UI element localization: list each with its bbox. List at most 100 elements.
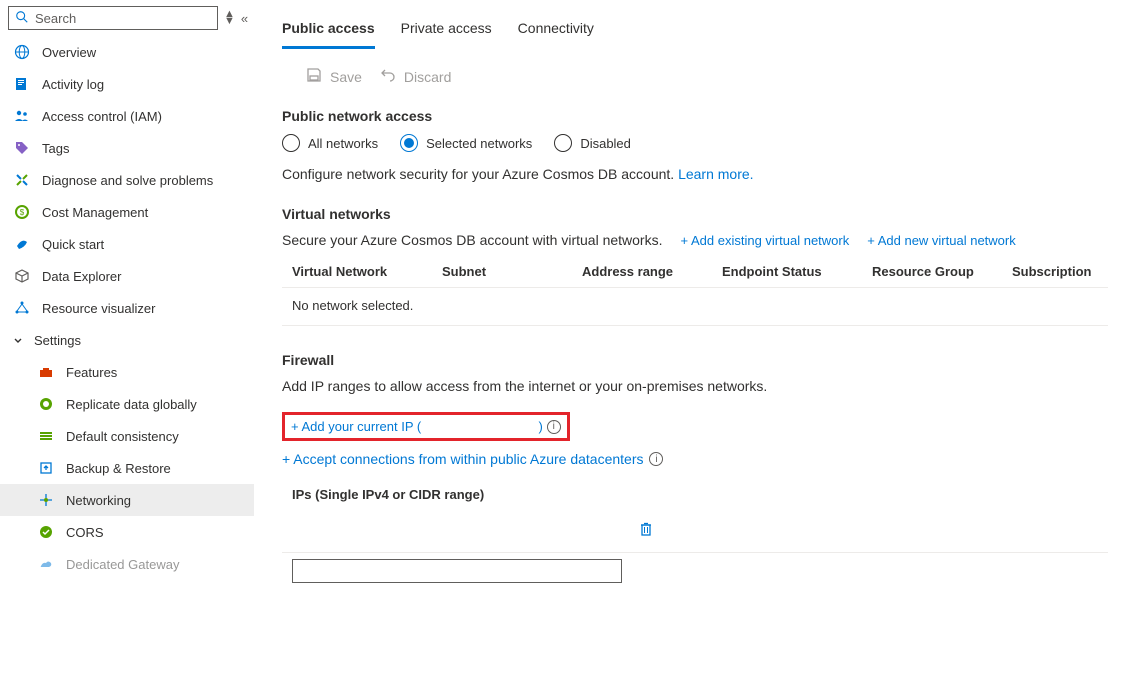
discard-label: Discard [404, 69, 451, 85]
nav-label: Activity log [42, 77, 104, 92]
radio-label: Disabled [580, 136, 631, 151]
public-network-heading: Public network access [282, 108, 1108, 124]
tab-private-access[interactable]: Private access [401, 20, 492, 49]
search-box[interactable] [8, 6, 218, 30]
graph-icon [14, 300, 30, 316]
nav-resource-visualizer[interactable]: Resource visualizer [0, 292, 254, 324]
nav-data-explorer[interactable]: Data Explorer [0, 260, 254, 292]
nav-label: Backup & Restore [66, 461, 171, 476]
svg-text:$: $ [20, 208, 25, 217]
people-icon [14, 108, 30, 124]
nav-networking[interactable]: Networking [0, 484, 254, 516]
vn-actions: + Add existing virtual network + Add new… [681, 233, 1016, 248]
col-addr: Address range [582, 264, 722, 279]
cost-icon: $ [14, 204, 30, 220]
nav-access-control[interactable]: Access control (IAM) [0, 100, 254, 132]
discard-button[interactable]: Discard [380, 67, 451, 86]
network-icon [38, 492, 54, 508]
nav-group-settings[interactable]: Settings [0, 324, 254, 356]
radio-disabled[interactable]: Disabled [554, 134, 631, 152]
save-label: Save [330, 69, 362, 85]
nav-label: Data Explorer [42, 269, 121, 284]
chevron-down-icon [10, 332, 26, 348]
tab-connectivity[interactable]: Connectivity [518, 20, 594, 49]
save-button[interactable]: Save [306, 67, 362, 86]
info-icon[interactable]: i [649, 452, 663, 466]
accept-dc-link[interactable]: + Accept connections from within public … [282, 451, 643, 467]
log-icon [14, 76, 30, 92]
network-access-desc: Configure network security for your Azur… [282, 166, 1108, 182]
delete-icon[interactable] [638, 521, 654, 540]
nav-consistency[interactable]: Default consistency [0, 420, 254, 452]
col-vn: Virtual Network [292, 264, 442, 279]
nav-cost-management[interactable]: $ Cost Management [0, 196, 254, 228]
vn-header-row: Secure your Azure Cosmos DB account with… [282, 232, 1108, 248]
network-access-radio-group: All networks Selected networks Disabled [282, 134, 1108, 152]
ip-input[interactable] [292, 559, 622, 583]
backup-icon [38, 460, 54, 476]
vn-desc: Secure your Azure Cosmos DB account with… [282, 232, 663, 248]
radio-all-networks[interactable]: All networks [282, 134, 378, 152]
cors-icon [38, 524, 54, 540]
add-current-ip-link[interactable]: + Add your current IP ( ) [291, 419, 543, 434]
nav-replicate[interactable]: Replicate data globally [0, 388, 254, 420]
ips-column-header: IPs (Single IPv4 or CIDR range) [282, 471, 1108, 512]
radio-icon [400, 134, 418, 152]
nav-label: Cost Management [42, 205, 148, 220]
firewall-desc: Add IP ranges to allow access from the i… [282, 378, 1108, 394]
add-new-vn-link[interactable]: + Add new virtual network [867, 233, 1016, 248]
main-panel: Public access Private access Connectivit… [254, 0, 1126, 694]
ip-value-placeholder [292, 518, 622, 542]
save-icon [306, 67, 322, 86]
consistency-icon [38, 428, 54, 444]
nav-label: Access control (IAM) [42, 109, 162, 124]
nav-list: Overview Activity log Access control (IA… [0, 36, 254, 580]
toolbar: Save Discard [282, 49, 1108, 104]
col-subnet: Subnet [442, 264, 582, 279]
firewall-heading: Firewall [282, 352, 1108, 368]
tag-icon [14, 140, 30, 156]
nav-backup[interactable]: Backup & Restore [0, 452, 254, 484]
collapse-icon[interactable]: « [241, 11, 248, 26]
nav-features[interactable]: Features [0, 356, 254, 388]
nav-label: Tags [42, 141, 69, 156]
radio-selected-networks[interactable]: Selected networks [400, 134, 532, 152]
cube-icon [14, 268, 30, 284]
col-endpoint: Endpoint Status [722, 264, 872, 279]
nav-activity-log[interactable]: Activity log [0, 68, 254, 100]
vn-table-header: Virtual Network Subnet Address range End… [282, 256, 1108, 288]
nav-label: CORS [66, 525, 104, 540]
sort-icon[interactable]: ▲▼ [224, 11, 235, 25]
nav-gateway[interactable]: Dedicated Gateway [0, 548, 254, 580]
toolbox-icon [38, 364, 54, 380]
sidebar: ▲▼ « Overview Activity log Access contro… [0, 0, 254, 694]
virtual-networks-heading: Virtual networks [282, 206, 1108, 222]
globe-icon [14, 44, 30, 60]
add-existing-vn-link[interactable]: + Add existing virtual network [681, 233, 850, 248]
search-input[interactable] [35, 11, 211, 26]
radio-icon [282, 134, 300, 152]
gateway-icon [38, 556, 54, 572]
nav-label: Diagnose and solve problems [42, 173, 213, 188]
nav-label: Overview [42, 45, 96, 60]
desc-text: Configure network security for your Azur… [282, 166, 678, 182]
info-icon[interactable]: i [547, 420, 561, 434]
radio-label: Selected networks [426, 136, 532, 151]
search-icon [15, 10, 29, 27]
search-row: ▲▼ « [0, 6, 254, 36]
nav-diagnose[interactable]: Diagnose and solve problems [0, 164, 254, 196]
nav-label: Quick start [42, 237, 104, 252]
nav-tags[interactable]: Tags [0, 132, 254, 164]
undo-icon [380, 67, 396, 86]
col-sub: Subscription [1012, 264, 1098, 279]
ip-row-new [282, 553, 1108, 593]
nav-quick-start[interactable]: Quick start [0, 228, 254, 260]
nav-cors[interactable]: CORS [0, 516, 254, 548]
learn-more-link[interactable]: Learn more. [678, 166, 753, 182]
nav-label: Resource visualizer [42, 301, 155, 316]
nav-label: Dedicated Gateway [66, 557, 179, 572]
nav-label: Features [66, 365, 117, 380]
tab-public-access[interactable]: Public access [282, 20, 375, 49]
firewall-section: Firewall Add IP ranges to allow access f… [282, 352, 1108, 593]
nav-overview[interactable]: Overview [0, 36, 254, 68]
